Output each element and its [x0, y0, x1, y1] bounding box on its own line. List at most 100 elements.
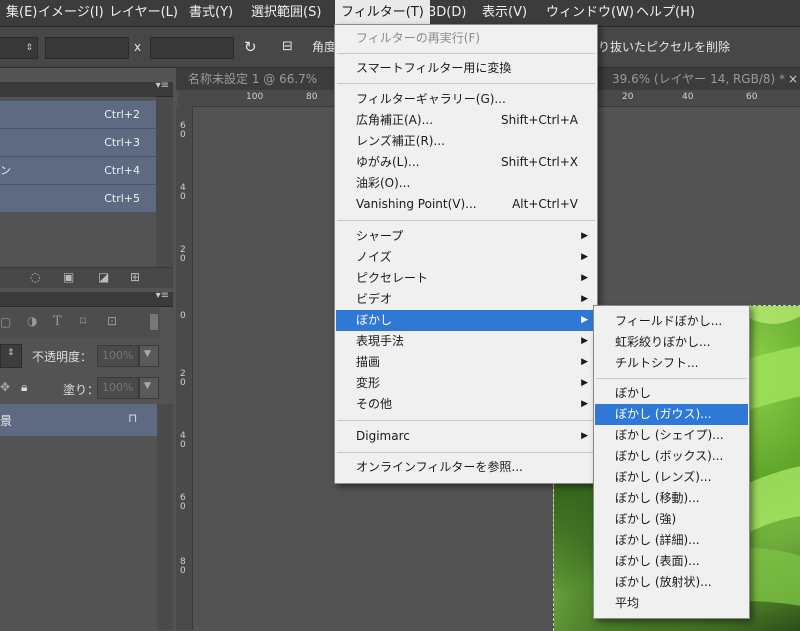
- opacity-input[interactable]: 100%: [97, 345, 139, 367]
- opacity-label: 不透明度：: [32, 350, 93, 364]
- menu-item-video[interactable]: ビデオ ▶: [336, 289, 596, 310]
- image-filter-icon[interactable]: ▢: [0, 315, 11, 329]
- ruler-tick-label: 20: [622, 92, 634, 102]
- width-field[interactable]: [45, 37, 129, 59]
- delete-cropped-pixels-label[interactable]: り抜いたピクセルを削除: [598, 37, 730, 57]
- adjustment-filter-icon[interactable]: ◑: [27, 314, 37, 328]
- menu-item-vanishing-point[interactable]: Vanishing Point(V)... Alt+Ctrl+V: [336, 194, 596, 215]
- preset-select[interactable]: ⇕: [0, 37, 38, 59]
- filter-toggle[interactable]: [150, 314, 158, 330]
- list-item[interactable]: Ctrl+5: [0, 185, 156, 213]
- list-item[interactable]: Ctrl+2: [0, 101, 156, 129]
- updown-icon: ⇕: [7, 348, 15, 358]
- menu-item-sharpen[interactable]: シャープ ▶: [336, 226, 596, 247]
- menu-item-smart-blur[interactable]: ぼかし (詳細)...: [595, 530, 748, 551]
- menu-type[interactable]: 書式(Y): [183, 0, 239, 26]
- menu-item-iris-blur[interactable]: 虹彩絞りぼかし...: [595, 332, 748, 353]
- menu-item-noise[interactable]: ノイズ ▶: [336, 247, 596, 268]
- menu-view[interactable]: 表示(V): [476, 0, 533, 26]
- menu-item-gaussian-blur[interactable]: ぼかし (ガウス)...: [595, 404, 748, 425]
- menu-help[interactable]: ヘルプ(H): [630, 0, 701, 26]
- ruler-tick-label: 6 0: [180, 493, 186, 512]
- submenu-arrow-icon: ▶: [581, 294, 588, 304]
- menu-item-browse-online-filters[interactable]: オンラインフィルターを参照...: [336, 457, 596, 478]
- ruler-tick-label: 100: [246, 92, 264, 102]
- type-filter-icon[interactable]: T: [53, 314, 62, 329]
- menu-item-lens-blur[interactable]: ぼかし (レンズ)...: [595, 467, 748, 488]
- menu-item-lens-correction[interactable]: レンズ補正(R)...: [336, 131, 596, 152]
- record-icon[interactable]: ◌: [30, 270, 40, 284]
- menu-item-digimarc[interactable]: Digimarc ▶: [336, 426, 596, 447]
- close-icon[interactable]: ×: [788, 68, 798, 90]
- shortcut-text: Ctrl+5: [104, 192, 140, 205]
- shortcut-text: Ctrl+4: [104, 164, 140, 177]
- menu-item-smart-filter[interactable]: スマートフィルター用に変換: [336, 58, 596, 79]
- list-item[interactable]: Ctrl+3: [0, 129, 156, 157]
- menu-3d[interactable]: 3D(D): [422, 0, 472, 26]
- menu-item-pixelate[interactable]: ピクセレート ▶: [336, 268, 596, 289]
- panel-menu-icon[interactable]: ▾≡: [156, 80, 169, 91]
- x-label: x: [134, 40, 142, 54]
- ruler-tick-label: 60: [746, 92, 758, 102]
- menu-layer[interactable]: レイヤー(L): [103, 0, 184, 26]
- menu-item-distort[interactable]: 変形 ▶: [336, 373, 596, 394]
- blur-submenu: フィールドぼかし... 虹彩絞りぼかし... チルトシフト... ぼかし ぼかし…: [593, 305, 750, 619]
- lock-position-icon[interactable]: ✥: [0, 380, 10, 394]
- menu-select[interactable]: 選択範囲(S): [245, 0, 327, 26]
- menu-item-motion-blur[interactable]: ぼかし (移動)...: [595, 488, 748, 509]
- menu-item-surface-blur[interactable]: ぼかし (表面)...: [595, 551, 748, 572]
- scrollbar[interactable]: [156, 97, 173, 267]
- menu-item-oil-paint[interactable]: 油彩(O)...: [336, 173, 596, 194]
- menu-image[interactable]: イメージ(I): [32, 0, 110, 26]
- menu-item-adaptive-wide-angle[interactable]: 広角補正(A)... Shift+Ctrl+A: [336, 110, 596, 131]
- menu-window[interactable]: ウィンドウ(W): [540, 0, 640, 26]
- document-tab-inactive[interactable]: 名称未設定 1 @ 66.7%: [176, 68, 348, 90]
- list-item[interactable]: ン Ctrl+4: [0, 157, 156, 185]
- camera-icon[interactable]: ▣: [63, 270, 74, 284]
- smart-object-filter-icon[interactable]: ⊡: [107, 314, 117, 328]
- ruler-tick-label: 6 0: [180, 121, 186, 140]
- menu-item-liquify[interactable]: ゆがみ(L)... Shift+Ctrl+X: [336, 152, 596, 173]
- new-item-icon[interactable]: ◪: [98, 270, 109, 284]
- menu-item-stylize[interactable]: 表現手法 ▶: [336, 331, 596, 352]
- menu-item-tilt-shift[interactable]: チルトシフト...: [595, 353, 748, 374]
- fill-value: 100%: [102, 381, 134, 394]
- menu-item-blur-simple[interactable]: ぼかし: [595, 383, 748, 404]
- document-tab-active-label[interactable]: 39.6% (レイヤー 14, RGB/8) *: [612, 68, 785, 90]
- menu-item-shape-blur[interactable]: ぼかし (シェイプ)...: [595, 425, 748, 446]
- blend-mode-select[interactable]: ⇕: [0, 344, 22, 368]
- ruler-tick-label: 0: [180, 311, 186, 321]
- menu-item-blur[interactable]: ぼかし ▶: [336, 310, 596, 331]
- updown-icon: ⇕: [25, 43, 33, 53]
- menu-item-radial-blur[interactable]: ぼかし (放射状)...: [595, 572, 748, 593]
- menu-item-box-blur[interactable]: ぼかし (ボックス)...: [595, 446, 748, 467]
- rotate-icon[interactable]: ↻: [244, 37, 257, 57]
- straighten-icon[interactable]: ⊟: [282, 37, 293, 57]
- ruler-tick-label: 2 0: [180, 369, 186, 388]
- panel-menu-icon[interactable]: ▾≡: [156, 290, 169, 301]
- trash-icon[interactable]: ⊞: [130, 270, 140, 284]
- menubar: 集(E) イメージ(I) レイヤー(L) 書式(Y) 選択範囲(S) フィルター…: [0, 0, 800, 27]
- fill-input[interactable]: 100%: [97, 377, 139, 399]
- opacity-dropdown[interactable]: ▼: [139, 345, 159, 367]
- shape-filter-icon[interactable]: ⌑: [80, 314, 86, 328]
- menu-item-other[interactable]: その他 ▶: [336, 394, 596, 415]
- menu-filter[interactable]: フィルター(T): [335, 0, 430, 26]
- scrollbar[interactable]: [157, 404, 173, 630]
- menu-item-field-blur[interactable]: フィールドぼかし...: [595, 311, 748, 332]
- menu-item-blur-more[interactable]: ぼかし (強): [595, 509, 748, 530]
- shortcut-text: Ctrl+2: [104, 108, 140, 121]
- height-field[interactable]: [150, 37, 234, 59]
- submenu-arrow-icon: ▶: [581, 431, 588, 441]
- menu-item-render[interactable]: 描画 ▶: [336, 352, 596, 373]
- fill-dropdown[interactable]: ▼: [139, 377, 159, 399]
- menu-item-filter-gallery[interactable]: フィルターギャラリー(G)...: [336, 89, 596, 110]
- menu-item-average[interactable]: 平均: [595, 593, 748, 614]
- ruler-tick-label: 40: [682, 92, 694, 102]
- shortcut-text: Ctrl+3: [104, 136, 140, 149]
- layer-row-background[interactable]: 景 ⊓: [0, 404, 157, 436]
- panel-header: ▾≡: [0, 80, 173, 97]
- submenu-arrow-icon: ▶: [581, 273, 588, 283]
- lock-all-icon[interactable]: 🔒︎: [21, 380, 27, 395]
- panel-header: ▾≡: [0, 290, 173, 307]
